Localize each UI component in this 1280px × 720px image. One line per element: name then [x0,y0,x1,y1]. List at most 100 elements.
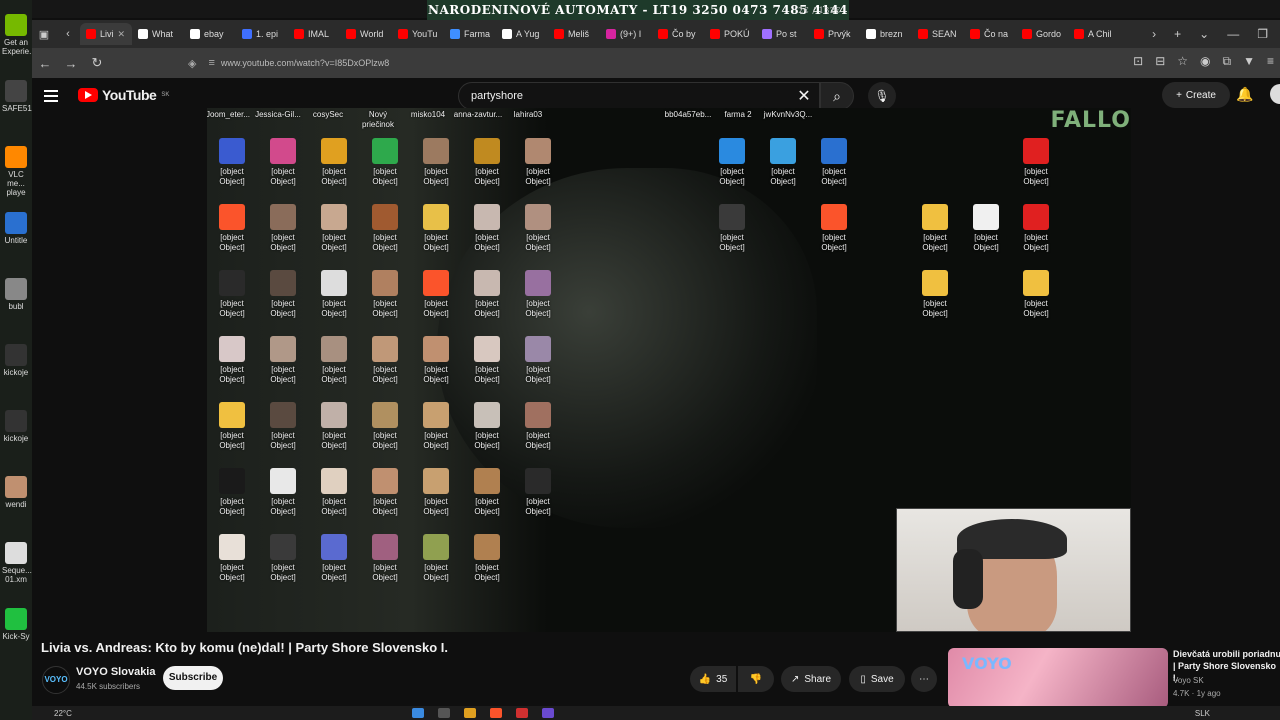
notifications-icon[interactable]: 🔔 [1236,86,1253,103]
app-icon[interactable] [515,708,528,718]
file-thumbnail-icon [973,204,999,230]
browser-tab[interactable]: brezn [860,23,912,45]
search-input[interactable]: partyshore ✕ [458,82,820,110]
desktop-file: [object Object] [207,402,257,451]
share-button[interactable]: ↗ Share [781,666,841,692]
youtube-logo[interactable]: YouTube SK [78,87,169,103]
weather-widget[interactable]: 22°C [54,709,72,718]
browser-tab[interactable]: A Yug [496,23,548,45]
donation-banner: NARODENINOVÉ AUTOMATY - LT19 3250 0473 7… [427,0,849,20]
file-label: [object Object] [719,167,745,186]
tune-icon[interactable]: ≡ [208,57,214,69]
forward-icon[interactable]: → [58,56,84,71]
voice-search-icon[interactable]: 🎙 [868,82,896,110]
desktop-file: [object Object] [1011,204,1061,253]
extensions-icon[interactable]: ⧉ [1223,54,1232,69]
file-label: [object Object] [270,431,296,450]
browser-tab[interactable]: Livi ✕ [80,23,132,45]
like-button[interactable]: 👍 35 [690,666,736,692]
restore-icon[interactable]: ❐ [1257,27,1268,41]
browser-tab[interactable]: YouTu [392,23,444,45]
brave-icon[interactable] [489,708,502,718]
file-thumbnail-icon [219,534,245,560]
screenshot-icon[interactable]: ⊡ [1133,54,1143,69]
tab-scroll-left-icon[interactable]: ‹ [56,28,80,40]
browser-tab[interactable]: POKÚ [704,23,756,45]
file-label: [object Object] [525,167,551,186]
tab-favicon-icon [762,29,772,39]
dislike-button[interactable]: 👎 [738,666,774,692]
tab-search-icon[interactable]: ⌄ [1199,27,1209,41]
shortcut-icon [5,542,27,564]
desktop-file: [object Object] [360,468,410,517]
bookmark-star-icon[interactable]: ☆ [1177,54,1188,69]
menu-icon[interactable]: ≡ [1267,54,1274,69]
create-button[interactable]: + Create [1162,82,1230,108]
browser-tab[interactable]: (9+) I [600,23,652,45]
browser-tab[interactable]: IMAL [288,23,340,45]
recommended-channel[interactable]: Voyo SK [1173,676,1204,685]
browser-tab[interactable]: Farma [444,23,496,45]
subscribe-button[interactable]: Subscribe [163,666,223,690]
tab-favicon-icon [398,29,408,39]
file-label: [object Object] [321,431,347,450]
file-label: [object Object] [321,365,347,384]
desktop-file: [object Object] [809,204,859,253]
more-actions-button[interactable]: ⋯ [911,666,937,692]
reader-icon[interactable]: ⊟ [1155,54,1165,69]
desktop-file: [object Object] [513,402,563,451]
shortcut-label: bubl [8,302,24,311]
tab-list-icon[interactable]: ▣ [32,28,56,41]
folder-icon[interactable] [463,708,476,718]
search-icon: ⌕ [833,88,841,104]
desktop-shortcut: kickoje [2,344,30,377]
hamburger-icon[interactable] [44,86,64,106]
browser-tab[interactable]: World [340,23,392,45]
new-tab-icon[interactable]: + [1174,27,1181,41]
tab-scroll-right-icon[interactable]: › [1152,27,1156,41]
tab-label: brezn [880,29,903,39]
clear-search-icon[interactable]: ✕ [789,86,819,106]
desktop-file: [object Object] [258,270,308,319]
channel-avatar[interactable]: VOYO [42,666,70,694]
recommended-thumbnail[interactable]: VOYO [948,648,1168,708]
tab-label: (9+) I [620,29,642,39]
file-thumbnail-icon [372,138,398,164]
browser-tab[interactable]: Po st [756,23,808,45]
browser-tab[interactable]: 1. epi [236,23,288,45]
language-indicator[interactable]: SLK [1195,709,1210,718]
browser-tab[interactable]: ebay [184,23,236,45]
search-button[interactable]: ⌕ [820,82,854,110]
browser-tab[interactable]: Čo by [652,23,704,45]
browser-tab[interactable]: Prvýk [808,23,860,45]
file-label: [object Object] [423,299,449,318]
url-field[interactable]: ◈ ≡ www.youtube.com/watch?v=I85DxOPlzw8 [182,52,1094,74]
file-thumbnail-icon [270,402,296,428]
search-taskbar-icon[interactable] [437,708,450,718]
tab-label: IMAL [308,29,330,39]
reload-icon[interactable]: ↻ [84,55,110,71]
tab-favicon-icon [866,29,876,39]
browser-tab[interactable]: A Chil [1068,23,1120,45]
account-icon[interactable]: ◉ [1200,54,1210,69]
avatar[interactable] [1270,84,1280,104]
minimize-icon[interactable]: — [1227,27,1239,41]
file-label: cosySec [312,110,344,119]
channel-name[interactable]: VOYO Slovakia [76,666,155,678]
browser-tab[interactable]: Čo na [964,23,1016,45]
start-icon[interactable] [411,708,424,718]
browser-tab[interactable]: SEAN [912,23,964,45]
browser-tab[interactable]: What [132,23,184,45]
close-tab-icon[interactable]: ✕ [118,29,126,40]
tab-label: Livi [100,29,114,39]
video-title: Livia vs. Andreas: Kto by komu (ne)dal! … [41,640,448,655]
save-button[interactable]: ▯ Save [849,666,905,692]
browser-tab[interactable]: Meliš [548,23,600,45]
desktop-file: [object Object] [513,468,563,517]
discord-icon[interactable] [541,708,554,718]
site-info-icon[interactable]: ◈ [188,57,196,70]
browser-tab[interactable]: Gordo [1016,23,1068,45]
brave-shield-icon[interactable]: ▼ [1243,54,1255,69]
back-icon[interactable]: ← [32,56,58,71]
headphones [953,549,983,609]
